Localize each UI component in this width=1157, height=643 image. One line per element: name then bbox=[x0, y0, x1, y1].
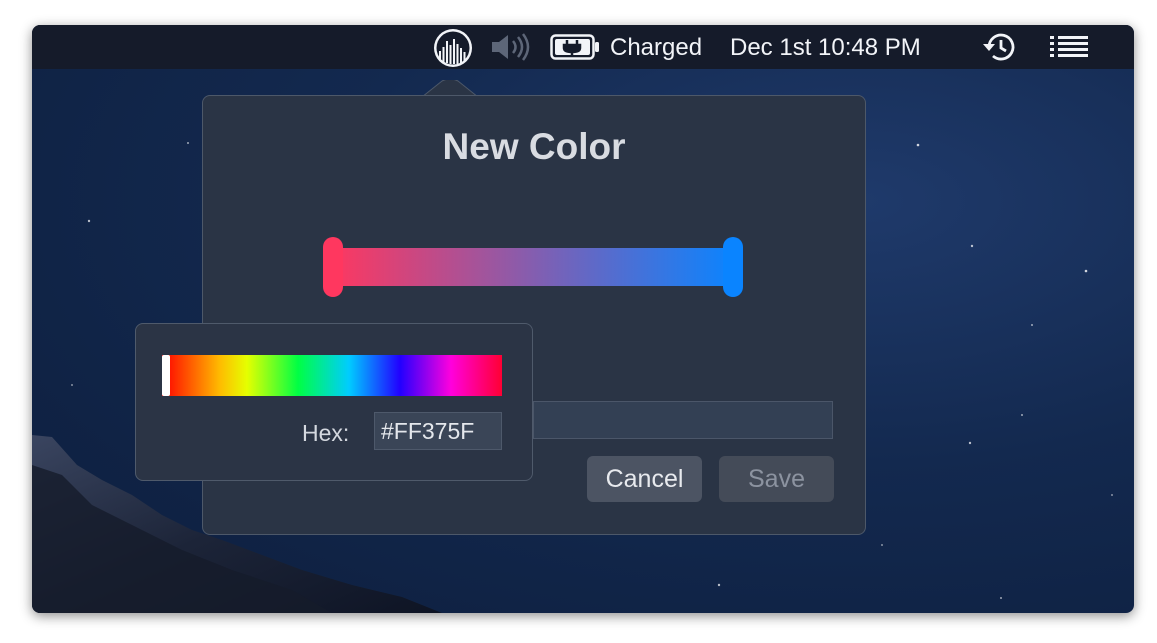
hex-input[interactable]: #FF375F bbox=[374, 412, 502, 450]
color-name-field[interactable] bbox=[533, 401, 833, 439]
menu-bar: Charged Dec 1st 10:48 PM bbox=[32, 25, 1134, 69]
gradient-start-handle[interactable] bbox=[323, 237, 343, 297]
battery-charging-icon[interactable] bbox=[550, 34, 600, 65]
gradient-preview-bar[interactable] bbox=[329, 248, 735, 286]
dialog-title: New Color bbox=[442, 126, 626, 167]
save-button[interactable]: Save bbox=[719, 456, 834, 502]
color-picker-popover: Hex: #FF375F bbox=[135, 323, 533, 481]
hex-label: Hex: bbox=[302, 420, 350, 446]
battery-status-label: Charged bbox=[610, 34, 703, 61]
gradient-end-handle[interactable] bbox=[723, 237, 743, 297]
hue-spectrum-slider[interactable] bbox=[162, 355, 502, 396]
speaker-volume-icon[interactable] bbox=[490, 33, 534, 66]
desktop-window: Charged Dec 1st 10:48 PM New Color Cance… bbox=[32, 25, 1134, 613]
list-menu-icon[interactable] bbox=[1050, 35, 1090, 64]
spectrum-handle[interactable] bbox=[162, 355, 170, 396]
date-time-label[interactable]: Dec 1st 10:48 PM bbox=[730, 34, 921, 62]
cancel-button[interactable]: Cancel bbox=[587, 456, 702, 502]
app-waveform-icon[interactable] bbox=[432, 27, 474, 74]
time-machine-icon[interactable] bbox=[982, 30, 1018, 69]
